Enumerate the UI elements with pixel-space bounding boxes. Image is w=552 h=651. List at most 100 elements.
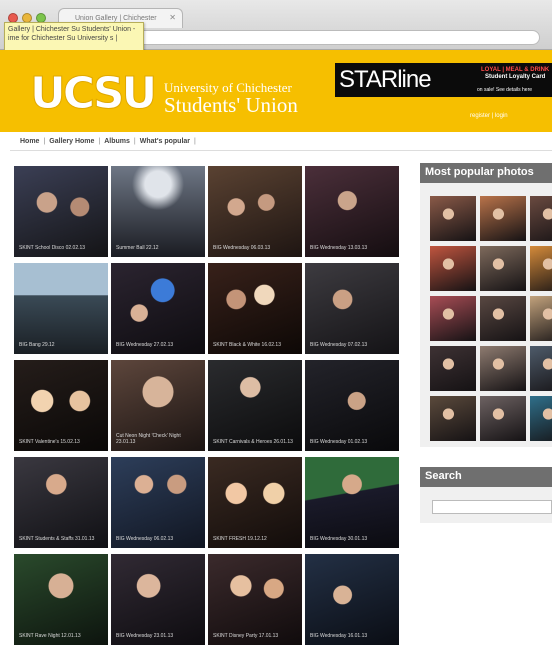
album-caption: BIG Wednesday 07.02.13 — [310, 342, 368, 348]
popular-photo-thumb[interactable] — [480, 396, 526, 441]
album-photo — [111, 166, 205, 257]
album-tile[interactable]: BIG Wednesday 07.02.13 — [305, 263, 399, 354]
album-tile[interactable]: BIG Wednesday 16.01.13 — [305, 554, 399, 645]
tab-title: Union Gallery | Chichester — [75, 15, 157, 22]
album-photo — [208, 166, 302, 257]
album-caption: Cut Neon Night 'Check' Night 23.01.13 — [116, 433, 181, 445]
banner-line-2: Student Loyalty Card — [485, 74, 546, 80]
album-tile[interactable]: SKINT Carnivals & Heroes 26.01.13 — [208, 360, 302, 451]
album-tile[interactable]: SKINT Black & White 16.02.13 — [208, 263, 302, 354]
starline-banner[interactable]: STARline LOYAL | MEAL & DRINK Student Lo… — [335, 63, 552, 97]
album-tile[interactable]: BIG Wednesday 23.01.13 — [111, 554, 205, 645]
album-caption: SKINT Carnivals & Heroes 26.01.13 — [213, 439, 293, 445]
album-caption: BIG Wednesday 06.03.13 — [213, 245, 271, 251]
album-caption: BIG Wednesday 30.01.13 — [310, 536, 368, 542]
tooltip: Gallery | Chichester Su Students' Union … — [4, 22, 144, 52]
popular-photo-thumb[interactable] — [530, 346, 552, 391]
album-tile[interactable]: SKINT Disney Party 17.01.13 — [208, 554, 302, 645]
logo-text: UCSU — [30, 68, 154, 115]
album-caption: BIG Bang 29.12 — [19, 342, 55, 348]
popular-photo-thumb[interactable] — [430, 196, 476, 241]
banner-brand: STARline — [339, 66, 432, 93]
banner-line-3: on sale! See details here — [477, 87, 533, 93]
album-photo — [208, 263, 302, 354]
album-caption: SKINT Valentine's 15.02.13 — [19, 439, 80, 445]
album-tile[interactable]: BIG Bang 29.12 — [14, 263, 108, 354]
popular-photos-header: Most popular photos — [420, 163, 552, 183]
album-photo — [305, 263, 399, 354]
album-caption: SKINT Students & Staffs 31.01.13 — [19, 536, 95, 542]
nav-separator: | — [43, 138, 46, 145]
popular-photo-thumb[interactable] — [480, 246, 526, 291]
popular-photo-thumb[interactable] — [530, 396, 552, 441]
popular-photo-thumb[interactable] — [430, 346, 476, 391]
album-tile[interactable]: SKINT School Disco 02.02.13 — [14, 166, 108, 257]
album-caption: SKINT Black & White 16.02.13 — [213, 342, 281, 348]
album-caption: SKINT FRESH 19.12.12 — [213, 536, 267, 542]
popular-photo-thumb[interactable] — [530, 296, 552, 341]
popular-photo-thumb[interactable] — [430, 296, 476, 341]
search-input[interactable] — [432, 500, 552, 514]
address-bar[interactable] — [100, 30, 540, 45]
nav-separator: | — [194, 138, 196, 145]
album-photo — [305, 360, 399, 451]
album-caption: BIG Wednesday 27.02.13 — [116, 342, 174, 348]
album-tile[interactable]: SKINT Students & Staffs 31.01.13 — [14, 457, 108, 548]
album-photo — [14, 166, 108, 257]
album-caption: BIG Wednesday 23.01.13 — [116, 633, 174, 639]
nav-home[interactable]: Home — [20, 138, 39, 145]
album-photo — [111, 554, 205, 645]
album-photo — [208, 457, 302, 548]
album-caption: BIG Wednesday 16.01.13 — [310, 633, 368, 639]
nav-albums[interactable]: Albums — [104, 138, 130, 145]
album-photo — [305, 457, 399, 548]
album-photo — [14, 263, 108, 354]
album-photo — [208, 554, 302, 645]
popular-photo-thumb[interactable] — [430, 396, 476, 441]
popular-photo-thumb[interactable] — [430, 246, 476, 291]
popular-photos-panel — [420, 183, 552, 447]
banner-line-1: LOYAL | MEAL & DRINK — [481, 67, 550, 73]
album-caption: BIG Wednesday 06.02.13 — [116, 536, 174, 542]
album-tile[interactable]: BIG Wednesday 06.03.13 — [208, 166, 302, 257]
popular-photo-thumb[interactable] — [530, 246, 552, 291]
album-photo — [14, 360, 108, 451]
album-photo — [208, 360, 302, 451]
album-caption: BIG Wednesday 13.03.13 — [310, 245, 368, 251]
album-tile[interactable]: BIG Wednesday 27.02.13 — [111, 263, 205, 354]
album-tile[interactable]: BIG Wednesday 30.01.13 — [305, 457, 399, 548]
tab-close-icon[interactable]: ✕ — [169, 13, 176, 22]
register-login-link[interactable]: register | login — [470, 113, 508, 119]
nav-whats-popular[interactable]: What's popular — [140, 138, 190, 145]
album-tile[interactable]: Summer Ball 22.12 — [111, 166, 205, 257]
nav-separator: | — [133, 138, 136, 145]
album-photo — [305, 166, 399, 257]
album-photo — [111, 457, 205, 548]
album-photo — [14, 457, 108, 548]
nav-gallery-home[interactable]: Gallery Home — [49, 138, 94, 145]
nav-divider — [10, 150, 552, 151]
popular-photo-thumb[interactable] — [480, 346, 526, 391]
album-caption: Summer Ball 22.12 — [116, 245, 159, 251]
album-tile[interactable]: SKINT FRESH 19.12.12 — [208, 457, 302, 548]
popular-photo-thumb[interactable] — [480, 196, 526, 241]
album-caption: SKINT School Disco 02.02.13 — [19, 245, 86, 251]
album-caption: BIG Wednesday 01.02.13 — [310, 439, 368, 445]
nav-separator: | — [98, 138, 101, 145]
album-tile[interactable]: SKINT Valentine's 15.02.13 — [14, 360, 108, 451]
search-header: Search — [420, 467, 552, 487]
album-tile[interactable]: BIG Wednesday 01.02.13 — [305, 360, 399, 451]
album-caption: SKINT Disney Party 17.01.13 — [213, 633, 279, 639]
union-name: Students' Union — [164, 93, 298, 117]
album-photo — [305, 554, 399, 645]
album-tile[interactable]: SKINT Rave Night 12.01.13 — [14, 554, 108, 645]
album-tile[interactable]: BIG Wednesday 06.02.13 — [111, 457, 205, 548]
popular-photo-thumb[interactable] — [480, 296, 526, 341]
album-caption: SKINT Rave Night 12.01.13 — [19, 633, 81, 639]
popular-photo-thumb[interactable] — [530, 196, 552, 241]
album-tile[interactable]: BIG Wednesday 13.03.13 — [305, 166, 399, 257]
ucsu-logo[interactable]: UCSU — [28, 67, 158, 120]
album-photo — [111, 263, 205, 354]
album-tile[interactable]: Cut Neon Night 'Check' Night 23.01.13 — [111, 360, 205, 451]
breadcrumb-nav: Home | Gallery Home | Albums | What's po… — [20, 138, 196, 145]
